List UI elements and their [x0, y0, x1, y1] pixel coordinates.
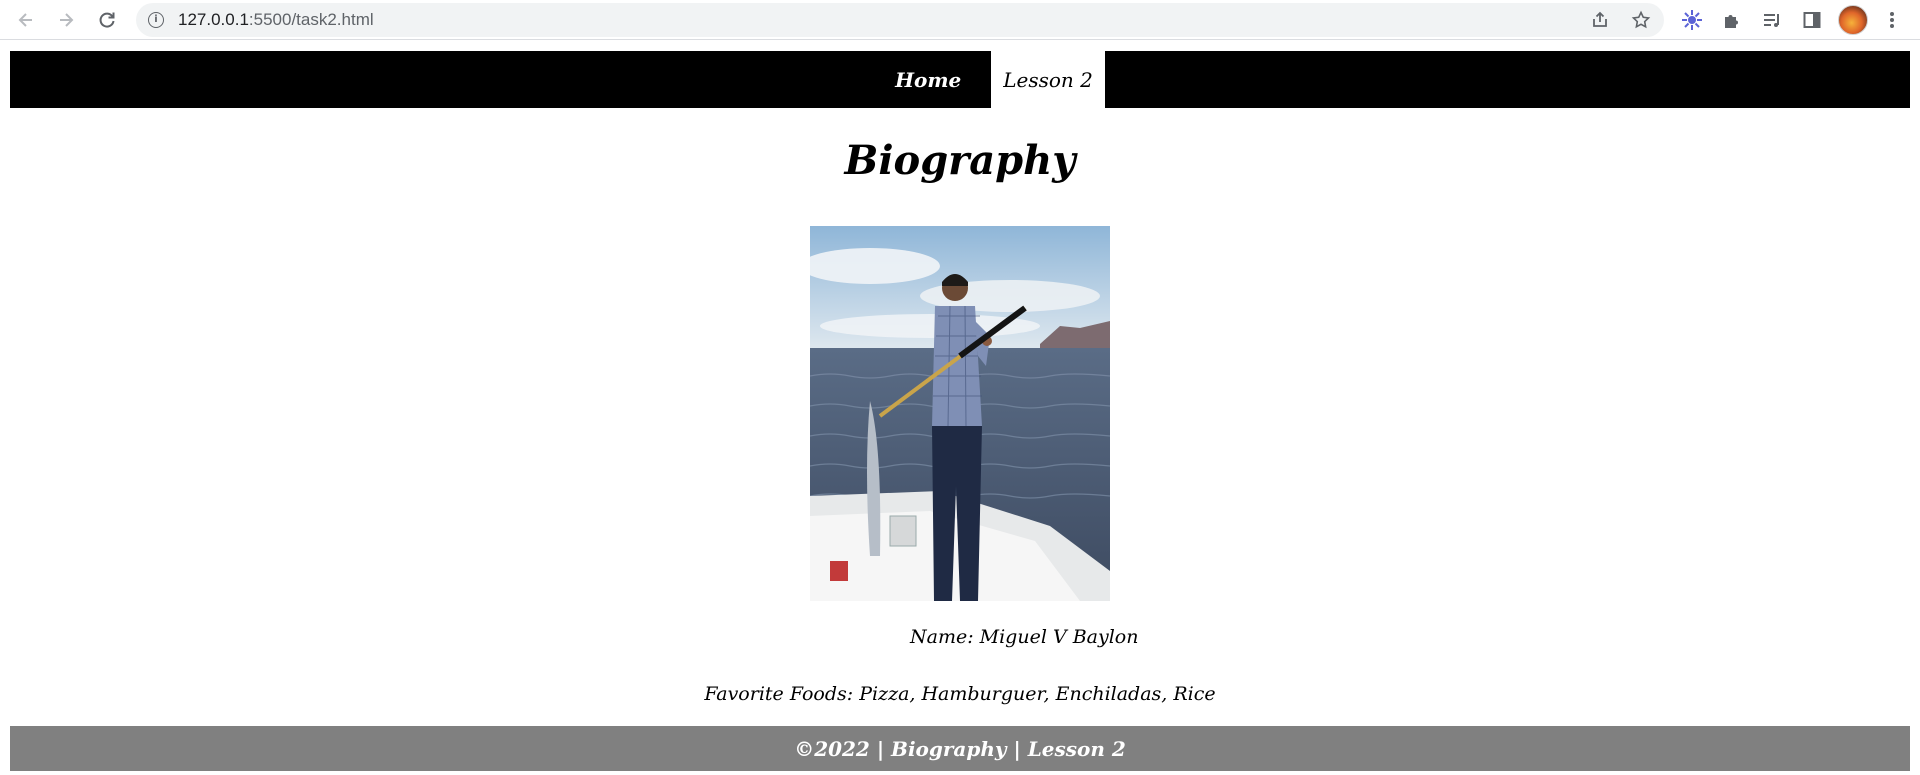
avatar[interactable] — [1838, 5, 1868, 35]
url-path: :5500/task2.html — [248, 10, 374, 29]
info-icon[interactable]: i — [148, 12, 164, 28]
back-button[interactable] — [12, 6, 40, 34]
url-host: 127.0.0.1 — [178, 10, 249, 29]
forward-button[interactable] — [52, 6, 80, 34]
footer-text: ©2022 | Biography | Lesson 2 — [794, 736, 1126, 761]
arrow-left-icon — [18, 13, 32, 27]
nav-item-lesson-2[interactable]: Lesson 2 — [991, 51, 1105, 108]
reload-icon — [99, 12, 115, 28]
biography-photo — [810, 226, 1110, 601]
top-nav: Home Lesson 2 — [10, 51, 1910, 108]
browser-toolbar: i 127.0.0.1:5500/task2.html — [0, 0, 1920, 40]
photo-image — [810, 226, 1110, 601]
puzzle-icon[interactable] — [1718, 6, 1746, 34]
side-panel-icon[interactable] — [1798, 6, 1826, 34]
url-text[interactable]: 127.0.0.1:5500/task2.html — [178, 10, 374, 30]
star-icon[interactable] — [1629, 8, 1653, 32]
address-bar[interactable]: i 127.0.0.1:5500/task2.html — [136, 3, 1664, 37]
footer: ©2022 | Biography | Lesson 2 — [10, 726, 1910, 771]
nav-item-home[interactable]: Home — [865, 51, 991, 108]
favorite-foods-text: Favorite Foods: Pizza, Hamburguer, Enchi… — [704, 683, 1216, 705]
share-icon[interactable] — [1588, 8, 1612, 32]
reading-list-icon[interactable] — [1758, 6, 1786, 34]
page-title: Biography — [844, 137, 1076, 184]
nav-items: Home Lesson 2 — [865, 51, 1105, 108]
sparkle-extension-icon[interactable] — [1678, 6, 1706, 34]
arrow-right-icon — [60, 13, 74, 27]
page-content: Home Lesson 2 Biography Name: Miguel V B… — [10, 51, 1910, 771]
name-text: Name: Miguel V Baylon — [910, 626, 1139, 648]
kebab-menu-icon[interactable] — [1878, 6, 1906, 34]
reload-button[interactable] — [93, 6, 121, 34]
